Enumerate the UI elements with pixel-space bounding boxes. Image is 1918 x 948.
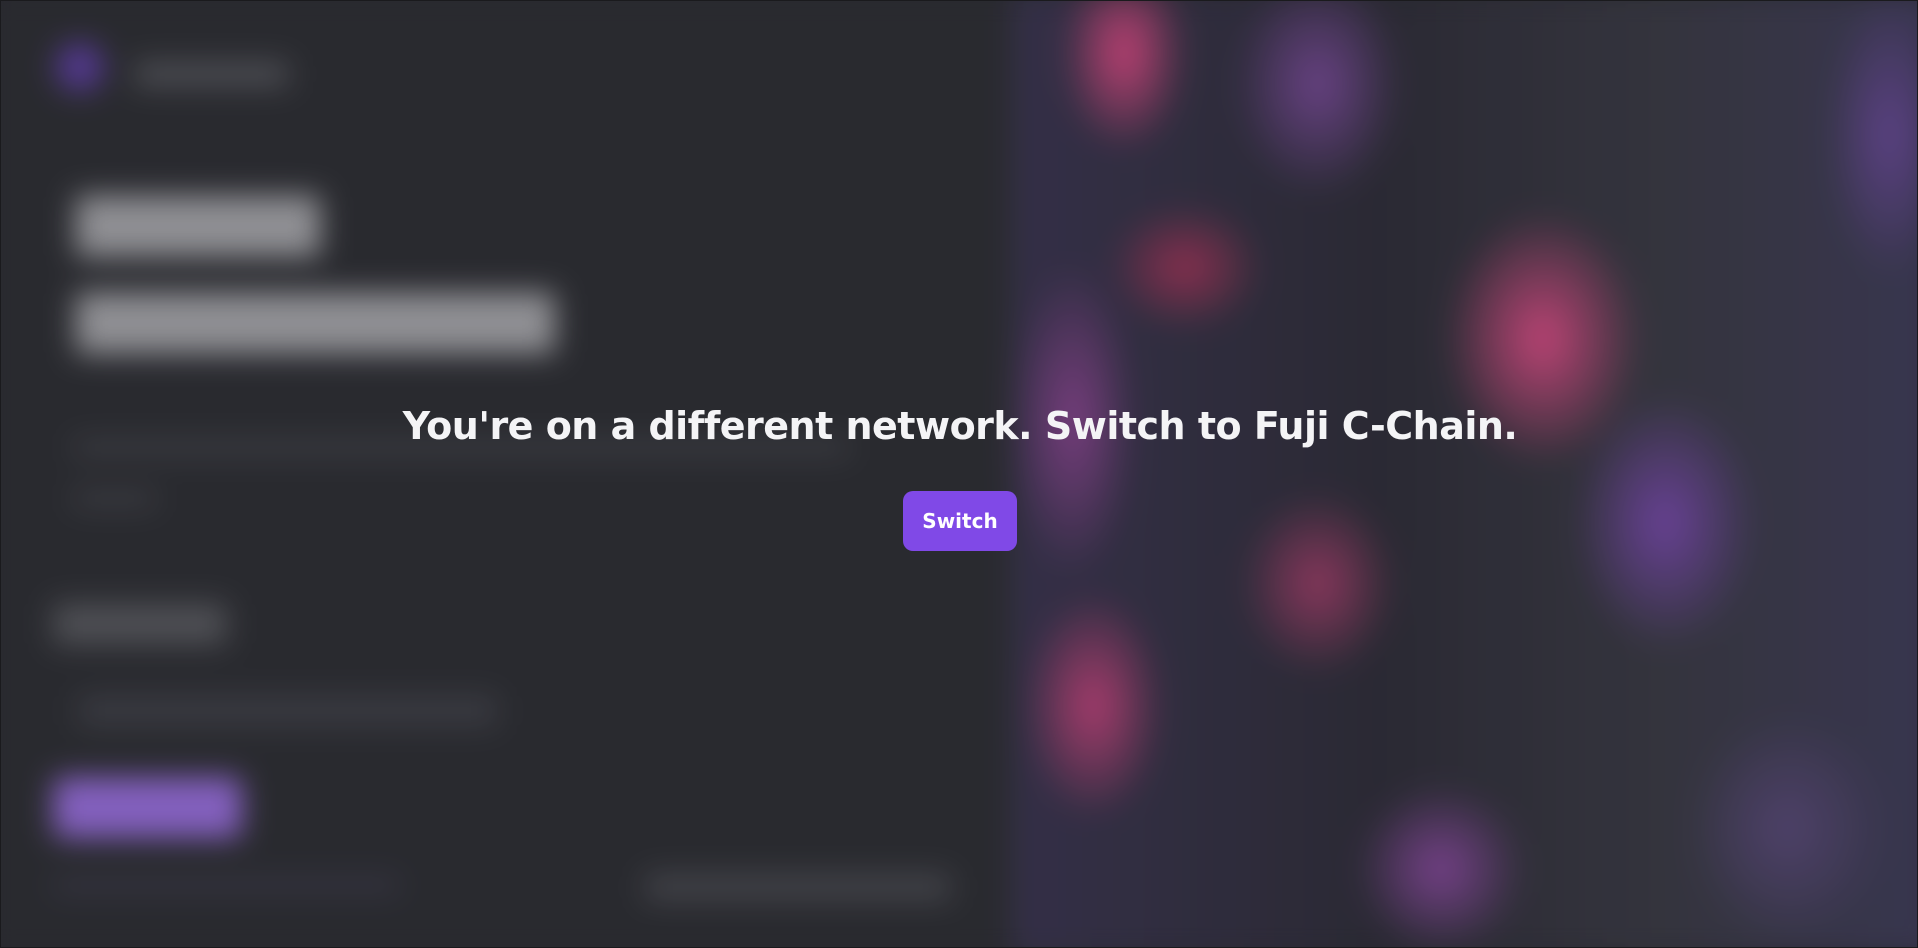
- network-warning-message: You're on a different network. Switch to…: [402, 404, 1518, 448]
- switch-network-button[interactable]: Switch: [903, 491, 1017, 551]
- network-switch-dialog: You're on a different network. Switch to…: [1, 399, 1917, 551]
- app-window: You're on a different network. Switch to…: [0, 0, 1918, 948]
